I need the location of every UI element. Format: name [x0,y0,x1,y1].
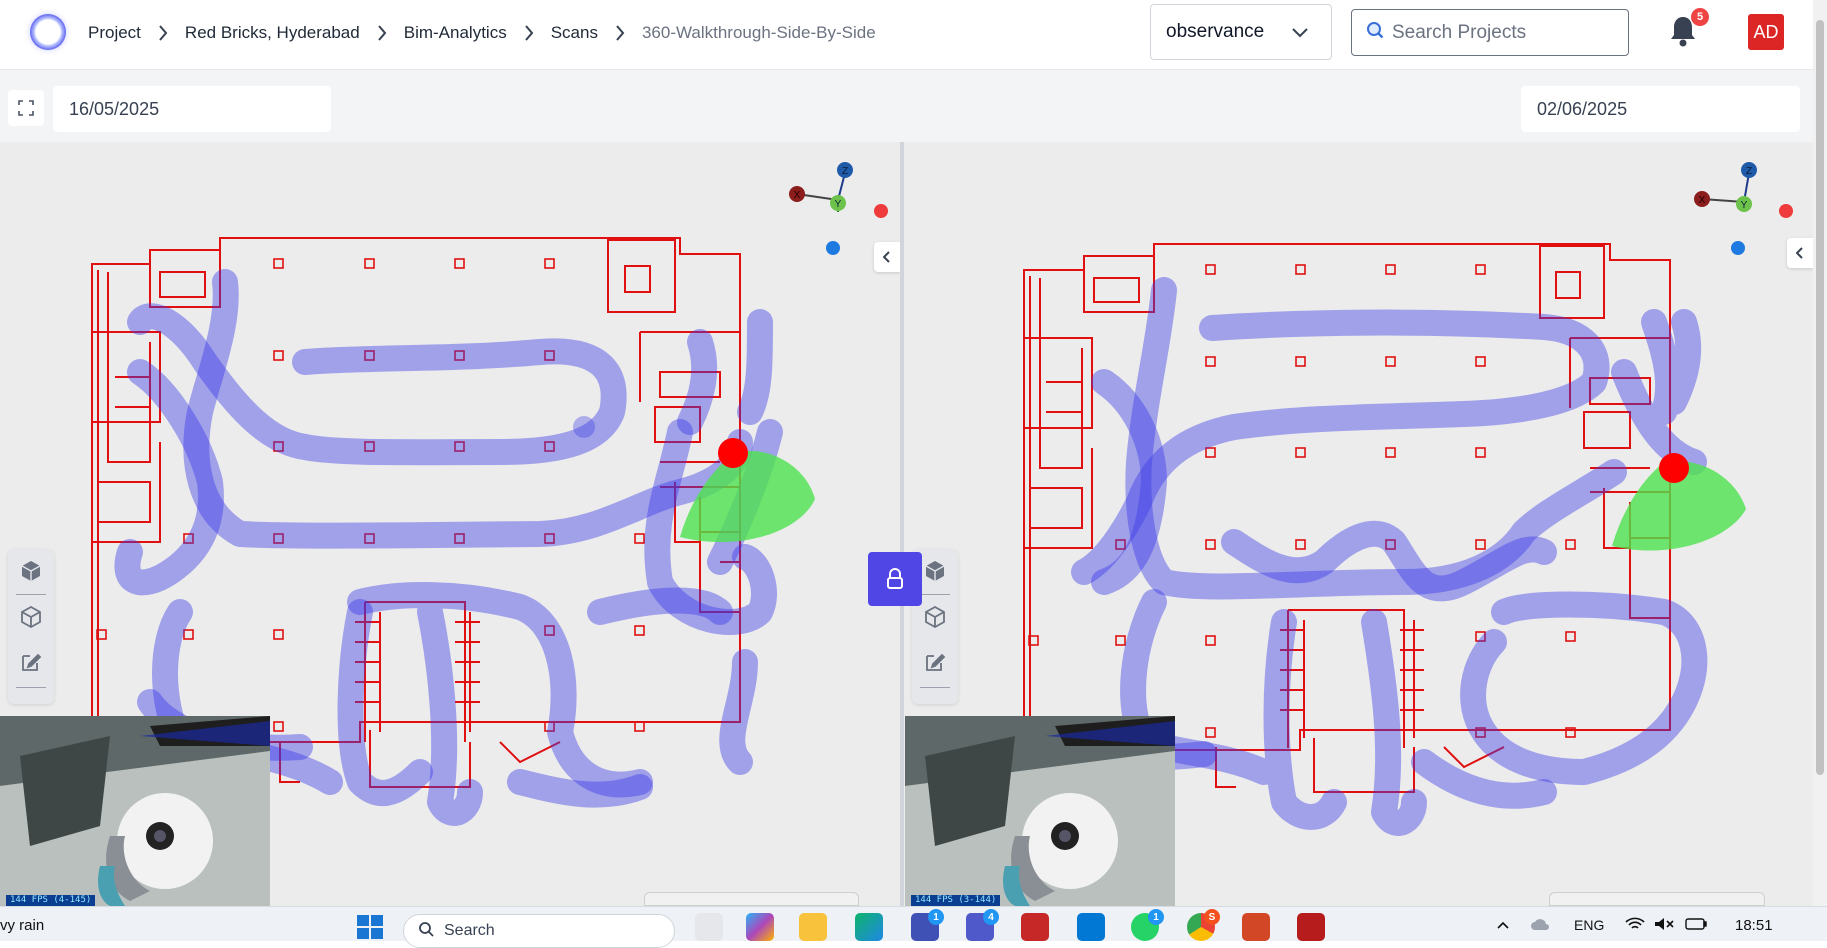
camera-preview-image [0,716,270,906]
axis-gizmo[interactable]: Z X Y [1694,162,1793,255]
svg-text:Z: Z [842,166,848,177]
project-type-dropdown[interactable]: observance [1150,4,1332,60]
chevron-left-icon[interactable] [874,242,900,272]
search-icon [418,921,434,942]
copilot-icon[interactable] [746,913,774,941]
toolbar-divider [920,594,950,595]
left-view-toolbar [8,549,54,704]
left-bottom-panel-handle[interactable] [644,892,859,906]
camera-preview-image [905,716,1175,906]
taskbar-search[interactable]: Search [403,914,675,948]
toolbar-divider [16,687,46,688]
left-date-field[interactable]: 16/05/2025 [53,86,331,132]
breadcrumb: Project Red Bricks, Hyderabad Bim-Analyt… [88,22,876,43]
top-header: Project Red Bricks, Hyderabad Bim-Analyt… [0,0,1813,70]
acrobat-icon[interactable] [1297,913,1325,941]
volume-muted-icon[interactable] [1654,917,1674,934]
fps-counter: 144 FPS (4-145) [6,895,96,906]
toolbar-divider [920,687,950,688]
gmail-icon[interactable] [1021,913,1049,941]
breadcrumb-site[interactable]: Red Bricks, Hyderabad [185,23,360,43]
cube-outline-icon[interactable] [923,605,947,629]
battery-icon[interactable] [1685,917,1707,934]
dropdown-value: observance [1166,21,1265,42]
breadcrumb-scans[interactable]: Scans [551,23,598,43]
current-position-marker[interactable] [718,438,748,468]
left-360-camera-preview[interactable]: 144 FPS (4-145) [0,716,270,906]
chevron-right-icon [360,22,404,43]
store-badge: 1 [928,909,944,925]
windows-icon[interactable] [355,913,385,941]
chevron-left-icon[interactable] [1787,238,1813,268]
avatar[interactable]: AD [1748,14,1784,50]
breadcrumb-current: 360-Walkthrough-Side-By-Side [641,22,876,42]
right-bottom-panel-handle[interactable] [1549,892,1765,906]
chevron-right-icon [507,22,551,43]
chevron-right-icon [598,22,642,43]
taskbar-search-label: Search [444,922,495,939]
file-explorer-icon[interactable] [799,913,827,941]
clock-time[interactable]: 18:51 [1735,917,1773,934]
chevron-right-icon [141,22,185,43]
svg-text:X: X [794,190,801,201]
expand-icon[interactable] [8,90,44,126]
right-360-camera-preview[interactable]: 144 FPS (3-144) [905,716,1175,906]
app-logo[interactable] [30,14,66,50]
language-indicator[interactable]: ENG [1574,917,1604,933]
chrome-badge: S [1204,909,1220,925]
right-date-field[interactable]: 02/06/2025 [1521,86,1800,132]
edge-icon[interactable] [855,913,883,941]
cube-icon[interactable] [19,559,43,583]
right-floorplan-viewer[interactable]: Z X Y 144 FPS (3-144) [904,142,1813,906]
os-taskbar: vy rain Search 1 4 1 S ENG 18:51 [0,906,1827,948]
fps-counter: 144 FPS (3-144) [911,895,1001,906]
teams-badge: 4 [983,909,999,925]
current-position-marker[interactable] [1659,453,1689,483]
page-scrollbar[interactable] [1813,0,1827,906]
date-bar: 16/05/2025 02/06/2025 [0,70,1813,142]
whatsapp-badge: 1 [1148,909,1164,925]
left-floorplan-viewer[interactable]: Z X Y 144 FPS (4-145) [0,142,900,906]
svg-text:Z: Z [1746,166,1752,177]
breadcrumb-bim-analytics[interactable]: Bim-Analytics [404,23,507,43]
scrollbar-thumb[interactable] [1816,20,1824,775]
search-placeholder: Search Projects [1392,21,1527,43]
powerpoint-icon[interactable] [1242,913,1270,941]
breadcrumb-project[interactable]: Project [88,23,141,43]
svg-text:Y: Y [835,199,842,210]
cube-outline-icon[interactable] [19,605,43,629]
search-input[interactable]: Search Projects [1351,9,1629,56]
task-view-icon[interactable] [695,913,723,941]
svg-text:Y: Y [1741,200,1748,211]
edit-icon[interactable] [19,650,43,674]
search-icon [1366,21,1384,44]
lock-icon[interactable] [868,552,922,606]
camera-fov [680,451,815,543]
comparison-workspace: 16/05/2025 02/06/2025 Z X Y 144 FPS (4-1… [0,70,1813,906]
axis-gizmo[interactable]: Z X Y [789,162,888,255]
notification-badge: 5 [1691,8,1709,26]
wifi-icon[interactable] [1625,917,1645,934]
cloud-icon[interactable] [1530,917,1550,934]
chevron-up-icon[interactable] [1497,917,1509,933]
chevron-down-icon [1291,23,1309,45]
svg-text:X: X [1699,195,1706,206]
toolbar-divider [16,594,46,595]
weather-widget[interactable]: vy rain [0,917,44,934]
edit-icon[interactable] [923,650,947,674]
outlook-icon[interactable] [1077,913,1105,941]
cube-icon[interactable] [923,559,947,583]
